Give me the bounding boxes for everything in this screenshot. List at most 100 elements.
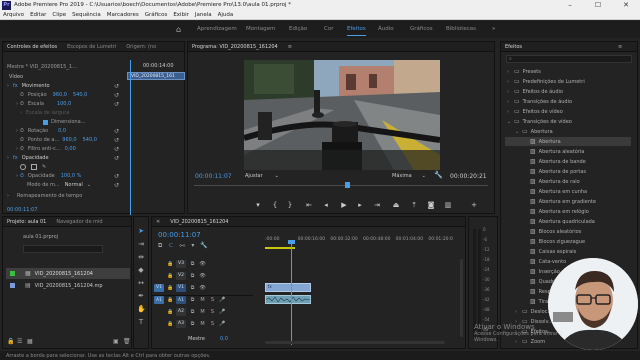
project-item[interactable]: ▦ VID_20200815_161204 — [6, 268, 130, 279]
position-y[interactable]: 540,0 — [73, 92, 87, 98]
chevron-right-icon[interactable]: › — [515, 309, 520, 315]
tab-lumetri-scopes[interactable]: Escopos de Lumetri — [67, 44, 116, 50]
chevron-right-icon[interactable]: › — [507, 89, 512, 95]
add-marker-icon[interactable]: ▾ — [254, 201, 262, 209]
effects-tree-item[interactable]: ▨ Abertura de raio — [505, 177, 635, 186]
go-to-out-icon[interactable]: ⇥ — [373, 201, 381, 209]
effects-tree-item[interactable]: ▨ Blocos aleatórios — [505, 227, 635, 236]
effects-tree-item[interactable]: ▨ Blocos ziguezague — [505, 237, 635, 246]
go-to-in-icon[interactable]: ⇤ — [305, 201, 313, 209]
close-icon[interactable]: ✕ — [612, 0, 640, 10]
program-timecode[interactable]: 00:00:11:07 — [195, 173, 232, 180]
menu-clipe[interactable]: Clipe — [52, 12, 66, 18]
icon-view-icon[interactable]: ▦ — [27, 338, 33, 345]
workspace-tab-montagem[interactable]: Montagem — [246, 26, 275, 32]
sync-lock-icon[interactable]: ⧉ — [189, 297, 196, 303]
pen-tool-icon[interactable]: ✒ — [137, 292, 145, 300]
panel-menu-icon[interactable]: ≡ — [618, 44, 622, 50]
menu-janela[interactable]: Janela — [195, 12, 212, 18]
fit-select[interactable]: Ajustar ⌄ — [245, 172, 289, 180]
razor-tool-icon[interactable]: ◆ — [137, 266, 145, 274]
quality-select[interactable]: Máxima ⌄ — [392, 172, 432, 180]
linked-selection-icon[interactable]: ⧟ — [179, 242, 185, 250]
track-name[interactable]: V3 — [176, 259, 186, 268]
effects-tree-item[interactable]: ▨ Abertura em cunha — [505, 187, 635, 196]
sync-lock-icon[interactable]: ⧉ — [189, 309, 196, 315]
effects-tree-item[interactable]: › ▭ Efeitos de áudio — [505, 87, 635, 96]
master-clip-label[interactable]: Mestre * VID_20200815_1... — [7, 64, 77, 70]
lock-icon[interactable]: 🔒 — [7, 338, 14, 345]
track-name[interactable]: V2 — [176, 271, 186, 280]
step-back-icon[interactable]: ◂ — [322, 201, 330, 209]
workspace-tab-aprendizagem[interactable]: Aprendizagem — [197, 26, 237, 32]
list-view-icon[interactable]: ☰ — [17, 338, 22, 345]
video-clip[interactable]: fx — [265, 283, 311, 292]
project-search-input[interactable] — [23, 245, 103, 253]
rotation-value[interactable]: 0,0 — [58, 128, 66, 134]
anchor-x[interactable]: 960,0 — [62, 137, 76, 143]
minimize-icon[interactable]: – — [556, 0, 584, 10]
reset-rotation-icon[interactable]: ↺ — [114, 129, 120, 135]
extract-icon[interactable]: ⤒ — [410, 201, 418, 209]
ec-current-time[interactable]: 00:00:11:07 — [7, 207, 38, 213]
selection-tool-icon[interactable]: ➤ — [137, 227, 145, 235]
add-marker-icon[interactable]: ▾ — [191, 242, 194, 250]
sync-lock-icon[interactable]: ⧉ — [189, 321, 196, 327]
microphone-icon[interactable]: 🎤 — [219, 321, 226, 327]
reset-opacity-section-icon[interactable]: ↺ — [114, 156, 120, 162]
chevron-down-icon[interactable]: ⌄ — [515, 129, 520, 135]
anchor-y[interactable]: 540,0 — [83, 137, 97, 143]
timeline-scrollbar[interactable] — [265, 341, 445, 344]
menu-graficos[interactable]: Gráficos — [145, 12, 168, 18]
lock-icon[interactable]: 🔒 — [167, 261, 174, 267]
lock-icon[interactable]: 🔒 — [167, 297, 174, 303]
effects-tree-item[interactable]: ▨ Abertura em gradiente — [505, 197, 635, 206]
timeline-timecode[interactable]: 00:00:11:07 — [158, 231, 201, 239]
menu-marcadores[interactable]: Marcadores — [107, 12, 139, 18]
mute-button[interactable]: M — [199, 321, 206, 327]
lift-icon[interactable]: ⏏ — [392, 201, 400, 209]
menu-editar[interactable]: Editar — [30, 12, 46, 18]
menu-arquivo[interactable]: Arquivo — [3, 12, 24, 18]
video-frame[interactable] — [244, 60, 440, 170]
workspace-tab-edicao[interactable]: Edição — [289, 26, 307, 32]
track-name[interactable]: A1 — [176, 296, 186, 304]
menu-sequencia[interactable]: Sequência — [72, 12, 101, 18]
lock-icon[interactable]: 🔒 — [167, 273, 174, 279]
track-target-toggle[interactable]: V1 — [154, 283, 164, 292]
position-x[interactable]: 960,0 — [53, 92, 67, 98]
track-target-toggle[interactable] — [154, 320, 164, 328]
flicker-value[interactable]: 0,00 — [65, 146, 76, 152]
mute-button[interactable]: M — [199, 297, 206, 303]
home-icon[interactable]: ⌂ — [176, 25, 185, 34]
chevron-right-icon[interactable]: › — [507, 69, 512, 75]
more-workspaces-icon[interactable]: » — [492, 26, 495, 32]
blend-mode-select[interactable]: Normal — [65, 182, 83, 188]
chevron-right-icon[interactable]: › — [507, 109, 512, 115]
settings-icon[interactable]: 🔧 — [200, 242, 207, 250]
solo-button[interactable]: S — [209, 309, 216, 315]
track-target-toggle[interactable] — [154, 272, 164, 280]
chevron-down-icon[interactable]: ⌄ — [87, 182, 91, 188]
opacity-value[interactable]: 100,0 % — [61, 173, 82, 179]
solo-button[interactable]: S — [209, 321, 216, 327]
master-volume[interactable]: 0,0 — [220, 336, 228, 342]
comparison-view-icon[interactable]: ▥ — [444, 201, 452, 209]
effects-tree-item[interactable]: ⌄ ▭ Transições de vídeo — [505, 117, 635, 126]
mark-out-icon[interactable]: } — [286, 201, 294, 209]
maximize-icon[interactable]: ☐ — [584, 0, 612, 10]
effects-tree-item[interactable]: ▨ Abertura aleatória — [505, 147, 635, 156]
trash-icon[interactable]: 🗑 — [123, 338, 131, 345]
pen-mask-icon[interactable]: ✎ — [42, 164, 46, 170]
effects-tree-item[interactable]: ▨ Abertura de portas — [505, 167, 635, 176]
tab-effect-controls[interactable]: Controles de efeitos — [7, 44, 57, 50]
tab-program[interactable]: Programa: VID_20200815_161204 — [192, 44, 278, 50]
reset-blend-icon[interactable]: ↺ — [114, 183, 120, 189]
tab-source[interactable]: Origem: (no — [126, 44, 156, 50]
track-name[interactable]: A3 — [176, 319, 186, 328]
effects-tree-item[interactable]: › ▭ Presets — [505, 67, 635, 76]
effects-tree-item[interactable]: › ▭ Predefinições de Lumetri — [505, 77, 635, 86]
new-item-icon[interactable]: ▣ — [113, 338, 119, 345]
sync-lock-icon[interactable]: ⧉ — [189, 285, 196, 291]
tab-media-browser[interactable]: Navegador de mid — [56, 219, 102, 225]
